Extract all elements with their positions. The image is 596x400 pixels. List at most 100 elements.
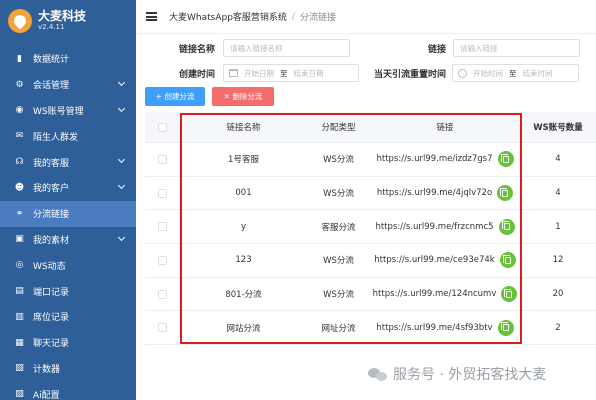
sidebar-item-label: 陌生人群发 xyxy=(33,132,79,143)
link-name-input[interactable]: 请输入链接名称 xyxy=(223,39,351,57)
chevron-down-icon xyxy=(117,78,126,86)
cell-ws-count: 1 xyxy=(555,221,561,232)
clock-icon xyxy=(458,68,468,78)
circle-icon: ◎ xyxy=(15,260,24,271)
sidebar-item-label: WS账号管理 xyxy=(33,106,84,117)
reset-time-label: 当天引流重置时间 xyxy=(374,69,447,80)
cell-ws-count: 20 xyxy=(552,289,564,300)
chat-log-icon: ▦ xyxy=(15,337,24,348)
cell-type: WS分流 xyxy=(323,189,354,200)
sidebar-item-5[interactable]: ☻ 我的客户 xyxy=(0,175,136,201)
sidebar-item-label: 分流链接 xyxy=(33,210,70,221)
wechat-icon xyxy=(368,366,388,382)
cell-link-name: 网站分流 xyxy=(226,323,261,334)
delete-split-button[interactable]: ✕ 删除分流 xyxy=(212,87,274,106)
link-input[interactable]: 请输入链接 xyxy=(453,39,581,57)
sidebar-item-7[interactable]: ▣ 我的素材 xyxy=(0,227,136,253)
sidebar-item-3[interactable]: ✉ 陌生人群发 xyxy=(0,123,136,149)
cell-link[interactable]: https://s.url99.me/124ncumv xyxy=(373,289,497,299)
cell-link[interactable]: https://s.url99.me/4sf93btv xyxy=(376,323,492,333)
select-all-checkbox[interactable] xyxy=(158,122,167,132)
sidebar-item-label: 我的素材 xyxy=(33,235,70,246)
sidebar-item-label: 计数器 xyxy=(33,364,61,375)
sidebar-item-9[interactable]: ▤ 端口记录 xyxy=(0,278,136,304)
reset-start-time: 开始时间 xyxy=(473,68,504,78)
watermark: 服务号 · 外贸拓客找大麦 xyxy=(368,364,546,384)
ai-config-icon: ▨ xyxy=(15,389,24,400)
sidebar-item-10[interactable]: ▥ 席位记录 xyxy=(0,304,136,330)
created-date-range[interactable]: 开始日期 至 结束日期 xyxy=(223,64,360,82)
image-icon: ▣ xyxy=(15,234,24,245)
chevron-down-icon xyxy=(117,156,126,164)
account-icon: ◉ xyxy=(15,105,24,116)
cell-link[interactable]: https://s.url99.me/ce93e74k xyxy=(374,255,494,265)
table-body: 1号客服 WS分流 https://s.url99.me/izdz7gs7 4 001 W… xyxy=(145,143,596,346)
copy-icon[interactable] xyxy=(497,319,514,336)
sidebar-item-12[interactable]: ▧ 计数器 xyxy=(0,356,136,382)
row-checkbox[interactable] xyxy=(158,289,167,299)
sidebar-item-label: Ai配置 xyxy=(33,390,60,400)
link-label: 链接 xyxy=(428,44,447,55)
sidebar-item-2[interactable]: ◉ WS账号管理 xyxy=(0,98,136,124)
sidebar-item-label: 我的客服 xyxy=(33,158,70,169)
row-checkbox[interactable] xyxy=(158,255,167,265)
cell-link-name: 1号客服 xyxy=(228,155,259,166)
sidebar-item-label: 数据统计 xyxy=(33,55,70,66)
create-split-button[interactable]: + 创建分流 xyxy=(145,87,205,106)
reset-range-to: 至 xyxy=(509,68,517,78)
cell-link-name: 801-分流 xyxy=(225,290,262,301)
cell-link[interactable]: https://s.url99.me/4jqlv72o xyxy=(377,188,492,198)
watermark-text: 服务号 · 外贸拓客找大麦 xyxy=(393,367,547,383)
copy-icon[interactable] xyxy=(499,252,516,269)
split-links-table: 链接名称 分配类型 链接 WS账号数量 1号客服 WS分流 https://s.ur… xyxy=(145,112,596,400)
sidebar-item-8[interactable]: ◎ WS动态 xyxy=(0,252,136,278)
copy-icon[interactable] xyxy=(497,185,514,202)
copy-icon[interactable] xyxy=(497,151,514,168)
created-start-date: 开始日期 xyxy=(244,68,275,78)
sidebar-item-label: 端口记录 xyxy=(33,287,70,298)
chevron-down-icon xyxy=(117,233,126,241)
sidebar-item-6[interactable]: ⚭ 分流链接 xyxy=(0,200,136,227)
table-header: 链接名称 分配类型 链接 WS账号数量 xyxy=(145,112,596,143)
sidebar-item-0[interactable]: ▮ 数据统计 xyxy=(0,46,136,72)
header-ws-count: WS账号数量 xyxy=(533,123,583,133)
bar-chart-icon: ▮ xyxy=(17,53,22,64)
calendar-icon xyxy=(229,69,239,77)
sidebar-item-label: 聊天记录 xyxy=(33,339,70,350)
cell-type: WS分流 xyxy=(323,256,354,267)
cell-link[interactable]: https://s.url99.me/izdz7gs7 xyxy=(376,154,492,164)
breadcrumb-system[interactable]: 大麦WhatsApp客服营销系统 xyxy=(169,10,287,23)
copy-icon[interactable] xyxy=(498,218,515,235)
reset-time-range[interactable]: 开始时间 至 结束时间 xyxy=(452,64,580,82)
row-checkbox[interactable] xyxy=(158,154,167,164)
sidebar-item-11[interactable]: ▦ 聊天记录 xyxy=(0,330,136,356)
cell-type: WS分流 xyxy=(323,290,354,301)
sidebar-item-4[interactable]: ☊ 我的客服 xyxy=(0,149,136,175)
filter-form: 链接名称 请输入链接名称 链接 请输入链接 创建时间 开始日期 至 结束日期 当… xyxy=(136,34,596,84)
breadcrumb-separator: / xyxy=(291,11,295,22)
row-checkbox[interactable] xyxy=(158,222,167,232)
table-row: 网站分流 网址分流 https://s.url99.me/4sf93btv 2 xyxy=(145,311,596,346)
row-checkbox[interactable] xyxy=(158,188,167,198)
sidebar-item-1[interactable]: ⚙ 会话管理 xyxy=(0,72,136,98)
link-name-placeholder: 请输入链接名称 xyxy=(230,43,283,53)
sidebar-item-13[interactable]: ▨ Ai配置 xyxy=(0,381,136,400)
brand: 大麦科技 v2.4.11 xyxy=(0,0,136,42)
link-icon: ⚭ xyxy=(15,208,24,219)
table-row: 1号客服 WS分流 https://s.url99.me/izdz7gs7 4 xyxy=(145,143,596,177)
row-checkbox[interactable] xyxy=(158,323,167,333)
cell-ws-count: 12 xyxy=(552,255,564,266)
cell-type: WS分流 xyxy=(323,155,354,166)
cell-link-name: 001 xyxy=(235,188,252,199)
created-time-label: 创建时间 xyxy=(179,69,216,80)
copy-icon[interactable] xyxy=(501,286,518,303)
user-icon: ☻ xyxy=(14,182,25,193)
link-name-label: 链接名称 xyxy=(179,44,216,55)
cell-type: 网址分流 xyxy=(321,323,356,334)
create-split-label: + 创建分流 xyxy=(155,92,195,101)
menu-toggle-icon[interactable] xyxy=(146,12,157,21)
counter-icon: ▧ xyxy=(15,363,24,374)
chevron-down-icon xyxy=(117,181,126,190)
cell-link[interactable]: https://s.url99.me/frzcnmc5 xyxy=(375,222,493,232)
brand-name: 大麦科技 xyxy=(38,9,87,23)
